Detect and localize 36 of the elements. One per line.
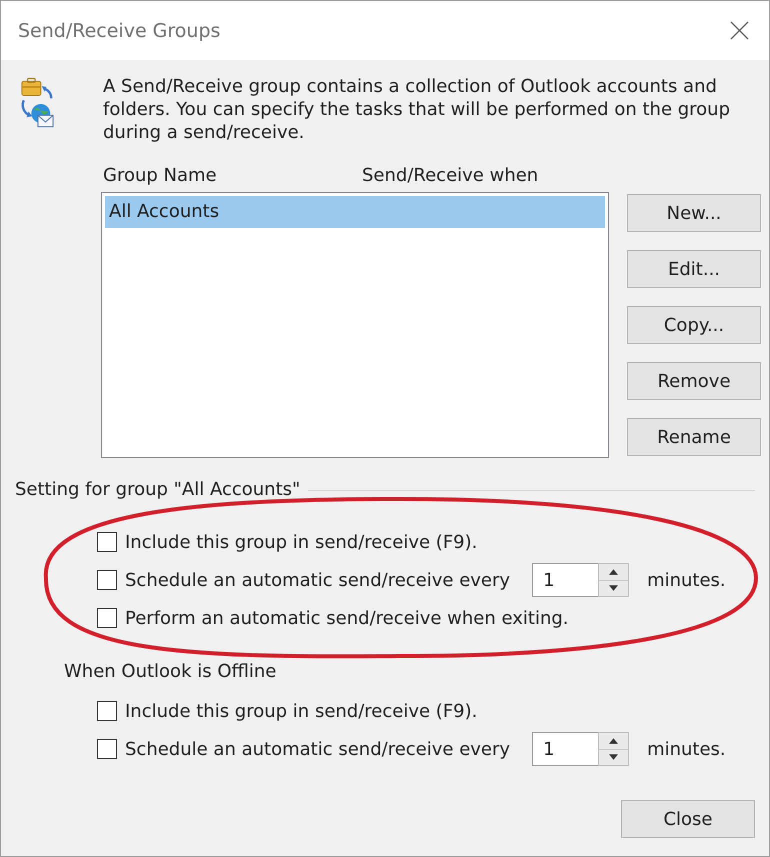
spin-down-button[interactable] <box>599 748 628 765</box>
down-arrow-icon <box>609 585 618 592</box>
group-box-title: Setting for group "All Accounts" <box>15 480 300 500</box>
side-button[interactable]: Edit... <box>627 250 761 288</box>
section-title: When Outlook is Offline <box>64 661 276 682</box>
checkbox-label[interactable]: Schedule an automatic send/receive every <box>125 570 510 590</box>
checkbox-label[interactable]: Include this group in send/receive (F9). <box>125 700 478 722</box>
unit-label: minutes. <box>647 738 726 760</box>
up-arrow-icon <box>609 568 618 575</box>
checkbox[interactable] <box>97 739 117 759</box>
minutes-input[interactable]: 1 <box>532 563 598 597</box>
down-arrow-icon <box>609 754 618 760</box>
side-button[interactable]: Rename <box>627 418 761 456</box>
window-title: Send/Receive Groups <box>18 20 220 42</box>
checkbox-label[interactable]: Schedule an automatic send/receive every <box>125 738 510 760</box>
minutes-input[interactable]: 1 <box>532 732 598 766</box>
checkbox[interactable] <box>97 701 117 721</box>
up-arrow-icon <box>609 738 618 744</box>
unit-label: minutes. <box>647 570 726 590</box>
group-list-item[interactable]: All Accounts <box>105 196 605 228</box>
close-button[interactable]: Close <box>621 800 755 838</box>
column-header: Send/Receive when <box>362 166 538 186</box>
spin-up-button[interactable] <box>599 733 628 748</box>
side-button[interactable]: New... <box>627 194 761 232</box>
side-button[interactable]: Remove <box>627 362 761 400</box>
checkbox-label[interactable]: Include this group in send/receive (F9). <box>125 532 478 552</box>
close-icon[interactable] <box>730 21 749 40</box>
checkbox-label[interactable]: Perform an automatic send/receive when exiting. <box>125 608 568 628</box>
checkbox[interactable] <box>97 570 117 590</box>
spin-down-button[interactable] <box>599 580 628 596</box>
checkbox[interactable] <box>97 532 117 552</box>
checkbox[interactable] <box>97 608 117 628</box>
side-button[interactable]: Copy... <box>627 306 761 344</box>
column-header: Group Name <box>103 166 218 186</box>
description-text: A Send/Receive group contains a collection of Outlook accounts and folders. You can specify the tasks that will be performed on the group during a send/receive. <box>103 75 732 144</box>
spin-up-button[interactable] <box>599 564 628 580</box>
